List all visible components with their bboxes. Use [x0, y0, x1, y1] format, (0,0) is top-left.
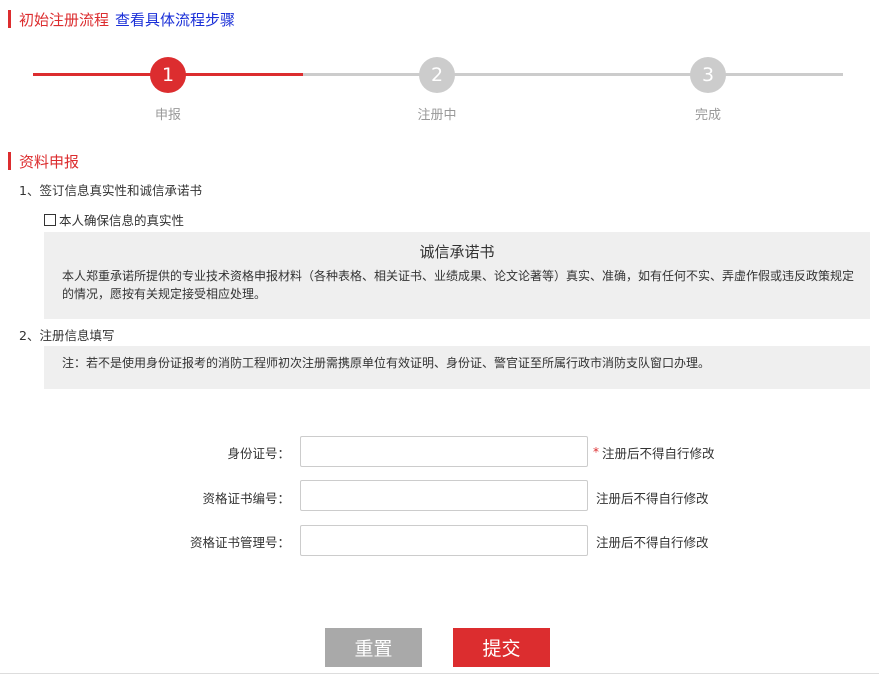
section-accent-bar	[8, 152, 11, 170]
page-header: 初始注册流程 查看具体流程步骤	[8, 8, 235, 30]
id-number-input[interactable]	[300, 436, 588, 467]
bottom-divider	[0, 673, 879, 674]
truthfulness-checkbox[interactable]	[44, 213, 56, 226]
view-steps-link[interactable]: 查看具体流程步骤	[115, 9, 235, 30]
page-title: 初始注册流程	[19, 10, 110, 29]
note-box: 注：若不是使用身份证报考的消防工程师初次注册需携原单位有效证明、身份证、警官证至…	[44, 346, 870, 389]
cert-number-label: 资格证书编号：	[202, 491, 290, 506]
reset-button[interactable]: 重置	[325, 628, 422, 667]
section-header: 资料申报	[8, 151, 79, 171]
pledge-text: 本人郑重承诺所提供的专业技术资格申报材料（各种表格、相关证书、业绩成果、论文论著…	[62, 269, 855, 301]
item-2-title: 2、注册信息填写	[19, 328, 115, 343]
checkbox-label[interactable]: 本人确保信息的真实性	[59, 210, 184, 229]
truthfulness-checkbox-row[interactable]: 本人确保信息的真实性	[44, 210, 184, 229]
pledge-title: 诚信承诺书	[419, 243, 495, 261]
cert-number-input[interactable]	[300, 480, 588, 511]
cert-management-input[interactable]	[300, 525, 588, 556]
step-2-circle: 2	[419, 57, 455, 93]
progress-track-remaining	[303, 73, 843, 76]
accent-bar	[8, 10, 11, 28]
required-marker: *	[593, 445, 599, 459]
note-text: 注：若不是使用身份证报考的消防工程师初次注册需携原单位有效证明、身份证、警官证至…	[62, 356, 711, 370]
cert-number-hint: 注册后不得自行修改	[596, 491, 709, 506]
step-3-label: 完成	[694, 108, 721, 123]
step-3-circle: 3	[690, 57, 726, 93]
pledge-box: 诚信承诺书 本人郑重承诺所提供的专业技术资格申报材料（各种表格、相关证书、业绩成…	[44, 232, 870, 319]
cert-management-label: 资格证书管理号：	[189, 535, 290, 550]
submit-button[interactable]: 提交	[453, 628, 550, 667]
id-number-label: 身份证号：	[227, 446, 290, 461]
id-number-hint: 注册后不得自行修改	[602, 446, 715, 461]
cert-management-hint: 注册后不得自行修改	[596, 535, 709, 550]
step-2-label: 注册中	[417, 108, 457, 123]
step-1-label: 申报	[154, 108, 181, 123]
section-title: 资料申报	[19, 152, 80, 171]
item-1-title: 1、签订信息真实性和诚信承诺书	[19, 183, 202, 198]
step-1-circle: 1	[150, 57, 186, 93]
